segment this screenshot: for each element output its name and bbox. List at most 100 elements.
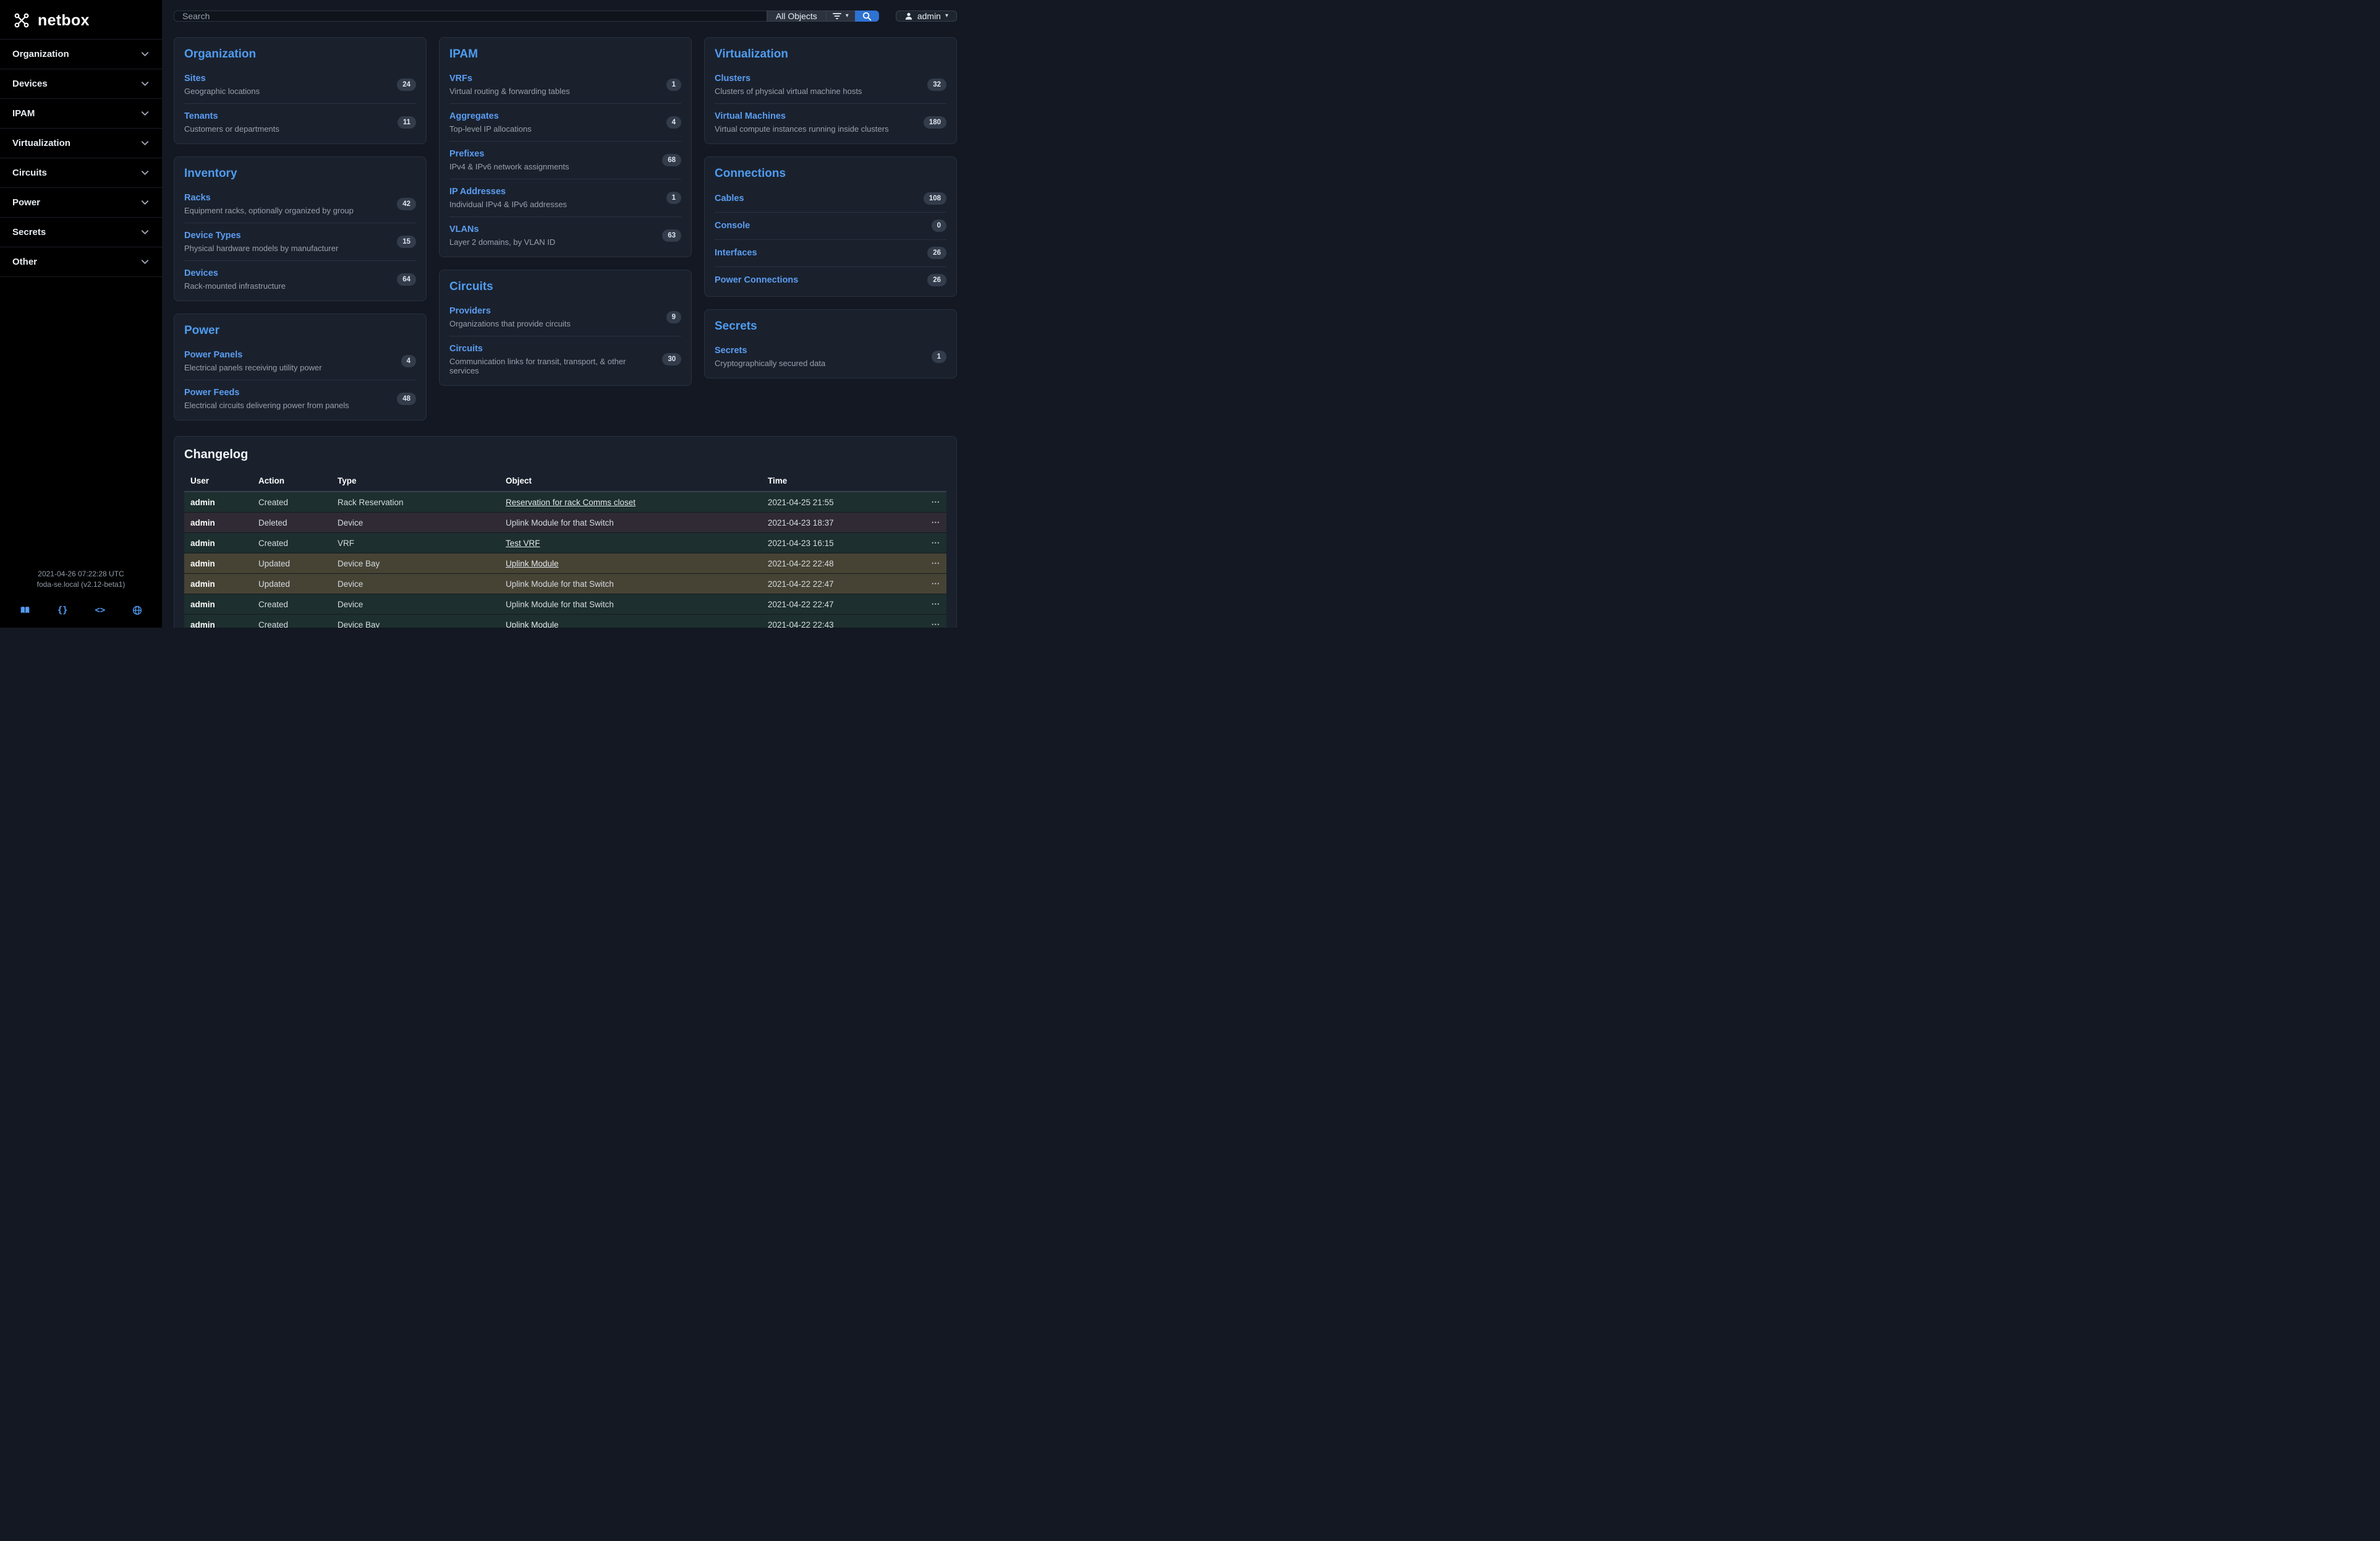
card-title-circuits: Circuits bbox=[449, 280, 681, 294]
braces-icon[interactable]: {} bbox=[57, 604, 68, 617]
cell-object: Test VRF bbox=[499, 533, 762, 553]
dashboard-item-secrets: SecretsCryptographically secured data1 bbox=[715, 338, 946, 375]
item-link-device-types[interactable]: Device Types bbox=[184, 231, 241, 241]
item-link-ip-addresses[interactable]: IP Addresses bbox=[449, 187, 506, 197]
count-badge: 108 bbox=[924, 192, 946, 205]
item-link-power-connections[interactable]: Power Connections bbox=[715, 275, 798, 285]
count-badge: 0 bbox=[932, 220, 946, 232]
item-link-console[interactable]: Console bbox=[715, 221, 750, 231]
object-link[interactable]: Test VRF bbox=[506, 539, 540, 548]
item-description: Individual IPv4 & IPv6 addresses bbox=[449, 200, 567, 209]
changelog-row: adminCreatedDevice BayUplink Module2021-… bbox=[184, 615, 946, 628]
search-scope-button[interactable]: All Objects bbox=[767, 11, 826, 22]
sidebar-item-secrets[interactable]: Secrets bbox=[0, 218, 162, 247]
chevron-down-icon bbox=[140, 228, 150, 237]
card-ipam: IPAM VRFs Virtual routing & forwarding tab… bbox=[439, 37, 692, 257]
item-text: SitesGeographic locations bbox=[184, 73, 260, 96]
row-menu-button[interactable]: ⋯ bbox=[919, 594, 946, 615]
chevron-down-icon bbox=[140, 79, 150, 88]
card-secrets: SecretsSecretsCryptographically secured … bbox=[704, 309, 957, 378]
count-badge: 11 bbox=[397, 116, 416, 129]
item-link-interfaces[interactable]: Interfaces bbox=[715, 248, 757, 258]
dashboard-item-clusters: ClustersClusters of physical virtual mac… bbox=[715, 66, 946, 103]
row-menu-button[interactable]: ⋯ bbox=[919, 553, 946, 574]
item-link-circuits[interactable]: Circuits bbox=[449, 344, 483, 354]
row-menu-button[interactable]: ⋯ bbox=[919, 513, 946, 533]
netbox-logo-icon bbox=[12, 11, 31, 30]
dashboard-item-ip-addresses: IP Addresses Individual IPv4 & IPv6 addre… bbox=[449, 179, 681, 216]
count-badge: 24 bbox=[397, 79, 416, 91]
item-link-vlans[interactable]: VLANs bbox=[449, 224, 479, 234]
item-link-prefixes[interactable]: Prefixes bbox=[449, 149, 484, 159]
item-link-secrets[interactable]: Secrets bbox=[715, 346, 747, 356]
server-host-version: foda-se.local (v2.12-beta1) bbox=[0, 579, 162, 590]
item-link-power-panels[interactable]: Power Panels bbox=[184, 350, 242, 360]
sidebar-item-label: Circuits bbox=[12, 168, 47, 178]
dashboard-item-devices: DevicesRack-mounted infrastructure64 bbox=[184, 260, 416, 298]
item-link-vrfs[interactable]: VRFs bbox=[449, 74, 472, 83]
row-menu-button[interactable]: ⋯ bbox=[919, 615, 946, 628]
chevron-down-icon bbox=[140, 109, 150, 118]
sidebar-item-power[interactable]: Power bbox=[0, 188, 162, 218]
row-menu-button[interactable]: ⋯ bbox=[919, 574, 946, 594]
object-link[interactable]: Uplink Module bbox=[506, 559, 559, 568]
search-filter-dropdown-button[interactable]: ▾ bbox=[826, 11, 855, 22]
object-link[interactable]: Reservation for rack Comms closet bbox=[506, 498, 635, 507]
sidebar-item-virtualization[interactable]: Virtualization bbox=[0, 129, 162, 158]
changelog-title: Changelog bbox=[184, 448, 946, 462]
book-icon[interactable] bbox=[20, 605, 30, 615]
user-menu-button[interactable]: admin ▾ bbox=[896, 11, 957, 22]
item-link-providers[interactable]: Providers bbox=[449, 306, 491, 316]
card-title-secrets: Secrets bbox=[715, 320, 946, 333]
netbox-logo[interactable]: netbox bbox=[0, 0, 162, 39]
code-icon[interactable]: <> bbox=[95, 604, 105, 617]
search-input[interactable] bbox=[174, 11, 767, 22]
sidebar-item-circuits[interactable]: Circuits bbox=[0, 158, 162, 188]
sidebar-item-other[interactable]: Other bbox=[0, 247, 162, 277]
item-text: TenantsCustomers or departments bbox=[184, 111, 279, 134]
row-menu-button[interactable]: ⋯ bbox=[919, 492, 946, 513]
item-text: Power Panels Electrical panels receiving … bbox=[184, 349, 322, 372]
cell-object: Uplink Module for that Switch bbox=[499, 574, 762, 594]
card-title-connections: Connections bbox=[715, 167, 946, 181]
item-description: Virtual routing & forwarding tables bbox=[449, 87, 570, 96]
item-link-cables[interactable]: Cables bbox=[715, 194, 744, 203]
cell-time: 2021-04-22 22:48 bbox=[762, 553, 919, 574]
dashboard-item-circuits: CircuitsCommunication links for transit,… bbox=[449, 336, 681, 383]
search-submit-button[interactable] bbox=[855, 11, 879, 22]
sidebar-item-label: IPAM bbox=[12, 108, 35, 119]
item-text: Virtual MachinesVirtual compute instance… bbox=[715, 111, 889, 134]
cell-time: 2021-04-23 16:15 bbox=[762, 533, 919, 553]
sidebar-item-devices[interactable]: Devices bbox=[0, 69, 162, 99]
card-title-ipam: IPAM bbox=[449, 48, 681, 61]
globe-icon[interactable] bbox=[132, 605, 142, 615]
chevron-down-icon bbox=[140, 49, 150, 59]
item-link-sites[interactable]: Sites bbox=[184, 74, 206, 83]
item-link-devices[interactable]: Devices bbox=[184, 268, 218, 278]
object-link[interactable]: Uplink Module bbox=[506, 620, 559, 628]
count-badge: 63 bbox=[662, 229, 681, 242]
row-menu-button[interactable]: ⋯ bbox=[919, 533, 946, 553]
dashboard-item-power-connections: Power Connections26 bbox=[715, 267, 946, 294]
card-connections: ConnectionsCables108Console0Interfaces26… bbox=[704, 156, 957, 297]
card-virtualization: VirtualizationClustersClusters of physic… bbox=[704, 37, 957, 144]
cell-type: Device bbox=[331, 574, 499, 594]
sidebar-item-ipam[interactable]: IPAM bbox=[0, 99, 162, 129]
item-text: Power FeedsElectrical circuits deliverin… bbox=[184, 387, 349, 410]
item-link-tenants[interactable]: Tenants bbox=[184, 111, 218, 121]
dashboard-item-aggregates: AggregatesTop-level IP allocations4 bbox=[449, 103, 681, 141]
item-link-racks[interactable]: Racks bbox=[184, 193, 211, 203]
item-link-clusters[interactable]: Clusters bbox=[715, 74, 750, 83]
card-title-power: Power bbox=[184, 324, 416, 338]
changelog-header-row: UserActionTypeObjectTime bbox=[184, 471, 946, 492]
item-link-virtual-machines[interactable]: Virtual Machines bbox=[715, 111, 786, 121]
card-inventory: InventoryRacksEquipment racks, optionall… bbox=[174, 156, 427, 301]
item-link-power-feeds[interactable]: Power Feeds bbox=[184, 388, 239, 398]
item-text: Console bbox=[715, 220, 750, 231]
item-description: Electrical panels receiving utility powe… bbox=[184, 363, 322, 372]
item-description: Equipment racks, optionally organized by… bbox=[184, 206, 354, 215]
sidebar-item-organization[interactable]: Organization bbox=[0, 40, 162, 69]
dashboard-column-1: OrganizationSitesGeographic locations24T… bbox=[174, 37, 427, 420]
item-link-aggregates[interactable]: Aggregates bbox=[449, 111, 499, 121]
search-scope-label: All Objects bbox=[776, 11, 817, 21]
